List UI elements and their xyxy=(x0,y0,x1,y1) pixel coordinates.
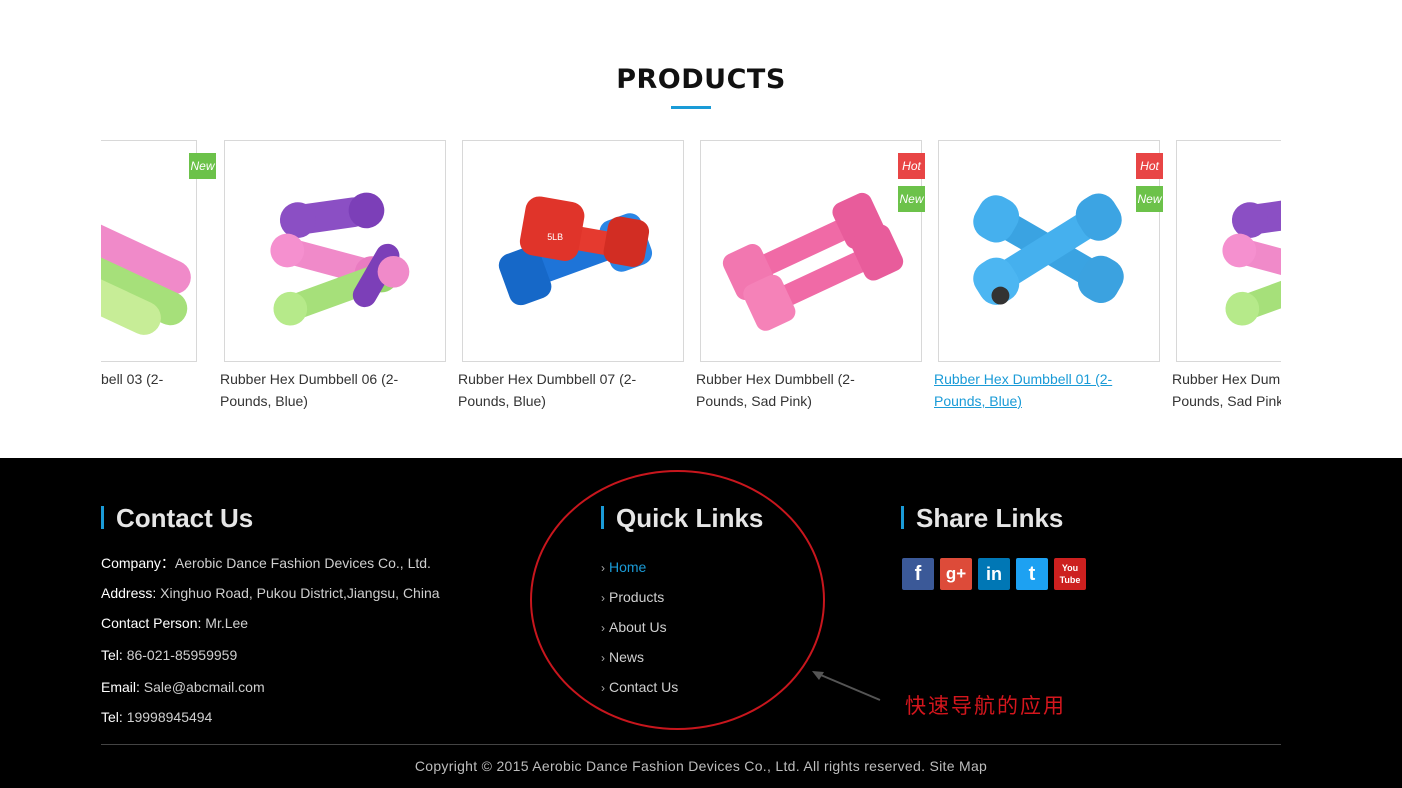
new-badge: New xyxy=(1136,186,1163,212)
quick-link-products[interactable]: › Products xyxy=(601,589,664,605)
product-name[interactable]: Rubber Hex Dumbbell 01 (2-Pounds, Blue) xyxy=(934,368,1134,412)
quick-links-heading: Quick Links xyxy=(601,505,763,531)
product-name[interactable]: bell 03 (2- xyxy=(101,368,211,390)
quick-link-about-us[interactable]: › About Us xyxy=(601,619,667,635)
dumbbell-image xyxy=(270,192,410,326)
annotation-text: 快速导航的应用 xyxy=(905,694,1066,718)
product-carousel[interactable]: bell 03 (2- New Rubber Hex Dumbbell 06 (… xyxy=(101,140,1281,420)
quick-link-contact-us[interactable]: › Contact Us xyxy=(601,679,678,695)
youtube-icon[interactable]: You Tube xyxy=(1054,558,1086,590)
dumbbell-image xyxy=(101,220,191,335)
product-name[interactable]: Rubber Hex Dumbbell 06 (2-Pounds, Blue) xyxy=(220,368,420,412)
facebook-icon[interactable]: f xyxy=(902,558,934,590)
product-name[interactable]: Rubber Hex Dumbbell 07 (2-Pounds, Blue) xyxy=(458,368,658,412)
contact-email: Email: Sale@abcmail.com xyxy=(101,679,265,695)
share-links-heading: Share Links xyxy=(901,505,1063,531)
site-map-link[interactable]: Site Map xyxy=(929,758,987,774)
product-image[interactable] xyxy=(224,140,446,362)
contact-company: Company：Aerobic Dance Fashion Devices Co… xyxy=(101,555,431,571)
copyright: Copyright © 2015 Aerobic Dance Fashion D… xyxy=(414,758,988,774)
dumbbell-image xyxy=(1222,197,1281,326)
product-image[interactable]: 5LB xyxy=(462,140,684,362)
contact-us-heading: Contact Us xyxy=(101,505,253,531)
product-image[interactable] xyxy=(101,140,197,362)
dumbbell-image xyxy=(722,192,904,331)
contact-tel: Tel: 86-021-85959959 xyxy=(101,647,238,663)
hot-badge: Hot xyxy=(898,153,925,179)
new-badge: New xyxy=(189,153,216,179)
footer: Contact Us Company：Aerobic Dance Fashion… xyxy=(0,458,1402,788)
quick-link-news[interactable]: › News xyxy=(601,649,644,665)
google-plus-icon[interactable]: g+ xyxy=(940,558,972,590)
product-name[interactable]: Rubber Hex Dumbbell (2-Pounds, Sad Pink) xyxy=(696,368,896,412)
linkedin-icon[interactable]: in xyxy=(978,558,1010,590)
chevron-right-icon: › xyxy=(601,621,605,635)
product-name[interactable]: Rubber Hex Dumbbell (2-Pounds, Sad Pink xyxy=(1172,368,1281,412)
dumbbell-image xyxy=(973,193,1124,305)
svg-text:5LB: 5LB xyxy=(547,232,563,242)
product-image[interactable] xyxy=(938,140,1160,362)
title-underline xyxy=(671,106,711,109)
hot-badge: Hot xyxy=(1136,153,1163,179)
chevron-right-icon: › xyxy=(601,651,605,665)
product-image[interactable] xyxy=(700,140,922,362)
contact-tel-2: Tel: 19998945494 xyxy=(101,709,213,725)
chevron-right-icon: › xyxy=(601,681,605,695)
chevron-right-icon: › xyxy=(601,561,605,575)
contact-person: Contact Person: Mr.Lee xyxy=(101,615,249,631)
contact-address: Address: Xinghuo Road, Pukou District,Ji… xyxy=(101,585,440,601)
chevron-right-icon: › xyxy=(601,591,605,605)
twitter-icon[interactable]: t xyxy=(1016,558,1048,590)
dumbbell-image: 5LB xyxy=(498,196,653,306)
quick-link-home[interactable]: › Home xyxy=(601,559,646,575)
product-image[interactable] xyxy=(1176,140,1281,362)
products-title: PRODUCTS xyxy=(616,64,786,95)
new-badge: New xyxy=(898,186,925,212)
footer-divider xyxy=(101,744,1281,745)
products-section: PRODUCTS bell 03 (2- New Rubber Hex Dumb… xyxy=(0,0,1402,458)
